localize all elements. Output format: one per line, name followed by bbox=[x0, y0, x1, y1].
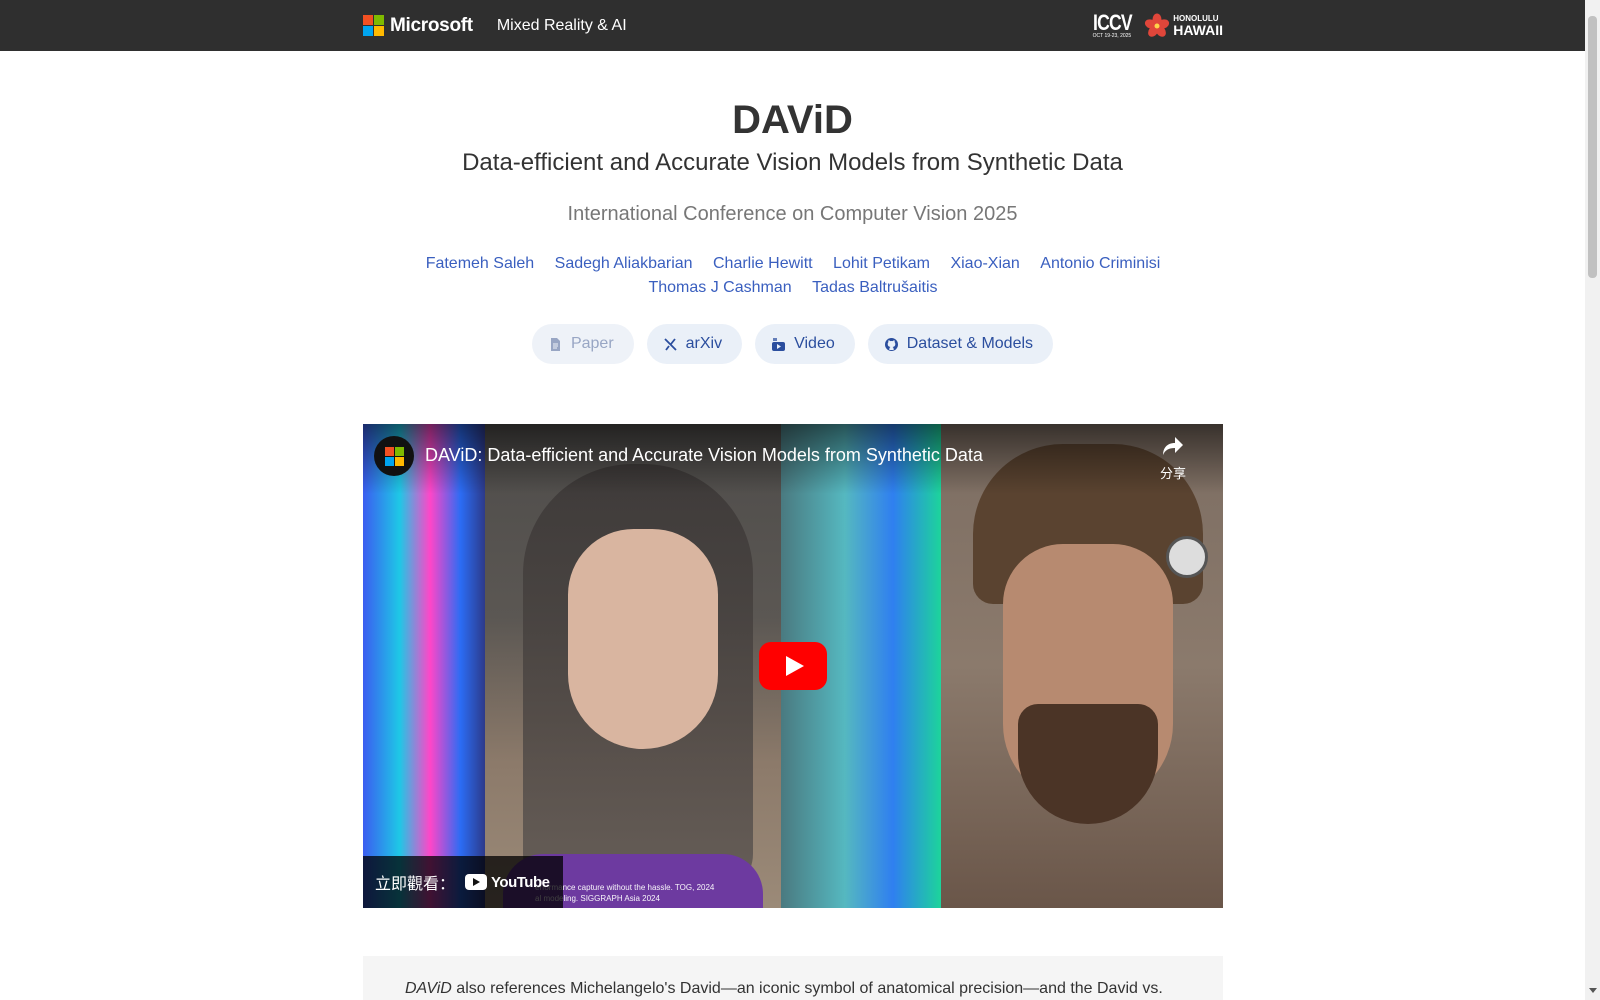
ms-square-blue bbox=[363, 26, 373, 36]
navbar-content: Microsoft Mixed Reality & AI ICCV OCT 19… bbox=[363, 0, 1223, 51]
top-navbar: Microsoft Mixed Reality & AI ICCV OCT 19… bbox=[0, 0, 1585, 51]
paper-button-label: Paper bbox=[570, 335, 614, 352]
abstract-text: also references Michelangelo's David—an … bbox=[451, 980, 1163, 997]
avatar-square bbox=[384, 456, 394, 466]
abstract-emphasis: DAViD bbox=[405, 980, 452, 997]
author-link[interactable]: Xiao-Xian bbox=[950, 255, 1019, 272]
ms-square-green bbox=[374, 15, 384, 25]
video-button[interactable]: Video bbox=[755, 324, 855, 364]
avatar-square bbox=[394, 456, 404, 466]
iccv-place-bottom: HAWAII bbox=[1173, 21, 1223, 38]
ms-square-yellow bbox=[374, 26, 384, 36]
microsoft-squares-icon bbox=[363, 15, 384, 36]
paper-button[interactable]: Paper bbox=[531, 324, 634, 364]
github-icon bbox=[884, 337, 898, 351]
avatar-square bbox=[394, 446, 404, 456]
page-scrollbar[interactable] bbox=[1585, 0, 1600, 1000]
video-frame-woman bbox=[485, 424, 781, 908]
channel-avatar[interactable] bbox=[374, 436, 414, 476]
scrollbar-thumb[interactable] bbox=[1588, 16, 1597, 278]
abstract-box: DAViD also references Michelangelo's Dav… bbox=[363, 956, 1223, 1000]
iccv-logo-right: HONOLULU HAWAII bbox=[1173, 14, 1223, 38]
play-button[interactable] bbox=[759, 642, 827, 690]
arxiv-icon bbox=[664, 337, 677, 351]
youtube-wordmark: YouTube bbox=[491, 873, 550, 891]
man-beard bbox=[1018, 704, 1158, 824]
avatar-square bbox=[384, 446, 394, 456]
author-link[interactable]: Charlie Hewitt bbox=[713, 255, 813, 272]
iccv-logo-left: ICCV OCT 19-23, 2025 bbox=[1093, 12, 1142, 39]
share-label: 分享 bbox=[1159, 466, 1186, 481]
resource-buttons: Paper arXiv Video Dataset & Models bbox=[0, 324, 1585, 364]
youtube-play-icon bbox=[465, 874, 488, 890]
author-link[interactable]: Thomas J Cashman bbox=[648, 279, 791, 296]
arxiv-button[interactable]: arXiv bbox=[646, 324, 743, 364]
dataset-button-label: Dataset & Models bbox=[906, 335, 1034, 352]
woman-face bbox=[568, 529, 718, 749]
author-link[interactable]: Sadegh Aliakbarian bbox=[555, 255, 693, 272]
scroll-down-arrow-icon[interactable] bbox=[1589, 988, 1597, 993]
author-link[interactable]: Tadas Baltrušaitis bbox=[812, 279, 937, 296]
page-subtitle: Data-efficient and Accurate Vision Model… bbox=[462, 149, 1123, 176]
video-frame-normal-map-left bbox=[363, 424, 485, 908]
mixed-reality-link[interactable]: Mixed Reality & AI bbox=[497, 17, 627, 35]
author-list: Fatemeh Saleh Sadegh Aliakbarian Charlie… bbox=[363, 252, 1223, 300]
page-title: DAViD bbox=[732, 98, 853, 142]
document-icon bbox=[550, 337, 560, 351]
share-button[interactable]: 分享 bbox=[1148, 436, 1198, 482]
video-title[interactable]: DAViD: Data-efficient and Accurate Visio… bbox=[425, 445, 983, 466]
microsoft-logo[interactable]: Microsoft bbox=[363, 15, 473, 37]
wall-clock bbox=[1166, 536, 1208, 578]
dataset-button[interactable]: Dataset & Models bbox=[867, 324, 1054, 364]
arxiv-button-label: arXiv bbox=[685, 335, 723, 352]
ms-square-red bbox=[363, 15, 373, 25]
iccv-logo[interactable]: ICCV OCT 19-23, 2025 HONOLULU HAWAII bbox=[1093, 12, 1223, 39]
youtube-icon bbox=[772, 337, 786, 351]
watch-on-label: 立即觀看： bbox=[375, 876, 456, 893]
video-player[interactable]: DAViD: Data-efficient and Accurate Visio… bbox=[363, 424, 1223, 908]
watch-on-youtube[interactable]: 立即觀看： YouTube bbox=[363, 856, 564, 908]
youtube-logo: YouTube bbox=[465, 873, 550, 891]
conference-name: International Conference on Computer Vis… bbox=[567, 203, 1018, 225]
iccv-wordmark: ICCV bbox=[1092, 10, 1133, 35]
share-icon bbox=[1163, 437, 1183, 455]
video-button-label: Video bbox=[794, 335, 835, 352]
author-link[interactable]: Fatemeh Saleh bbox=[426, 255, 535, 272]
author-link[interactable]: Antonio Criminisi bbox=[1040, 255, 1160, 272]
microsoft-wordmark: Microsoft bbox=[390, 14, 473, 36]
video-frame-man bbox=[941, 424, 1223, 908]
hibiscus-icon bbox=[1145, 13, 1170, 37]
author-link[interactable]: Lohit Petikam bbox=[833, 255, 930, 272]
